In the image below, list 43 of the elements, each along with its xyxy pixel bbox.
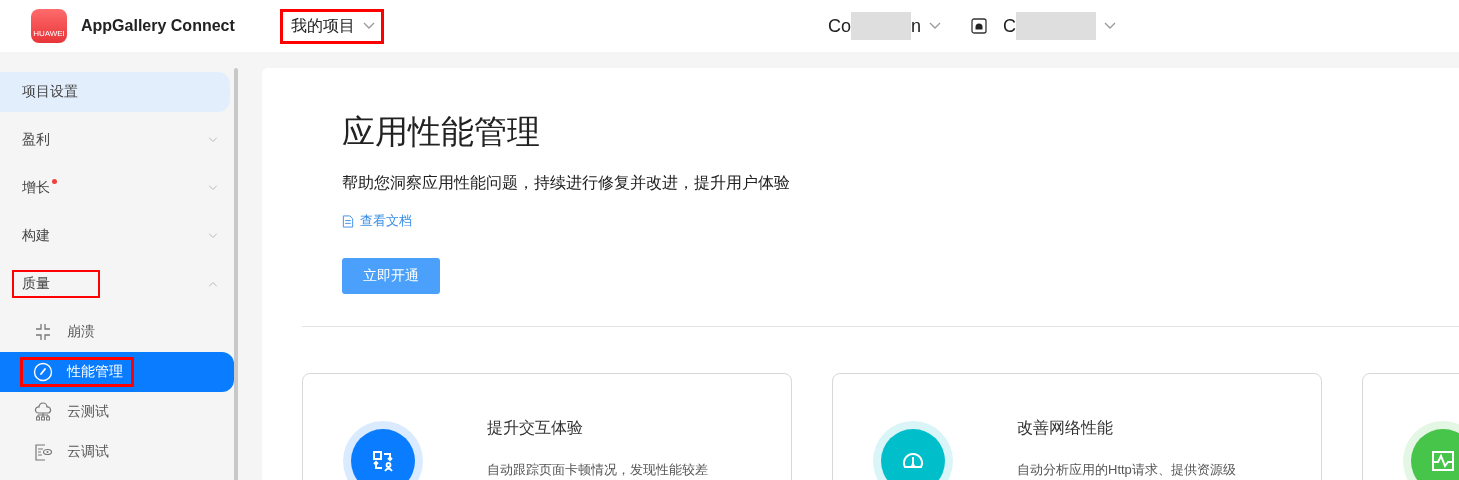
redaction-block — [851, 12, 911, 40]
gauge-icon — [33, 362, 53, 382]
nav-label: 云调试 — [67, 443, 109, 461]
sidebar-item[interactable]: 项目设置 — [0, 72, 230, 112]
nav-label: 崩溃 — [67, 323, 95, 341]
card-title: 提升交互体验 — [487, 418, 584, 438]
document-eye-icon — [33, 442, 53, 462]
page-subtitle: 帮助您洞察应用性能问题，持续进行修复并改进，提升用户体验 — [342, 173, 790, 193]
chevron-down-icon — [929, 22, 942, 30]
account-dropdown[interactable]: Co n — [828, 12, 942, 40]
sidebar-item[interactable]: 盈利 — [0, 120, 230, 160]
app-name: AppGallery Connect — [81, 17, 235, 35]
page-title: 应用性能管理 — [342, 112, 541, 152]
sidebar-item[interactable]: 质量 — [0, 264, 230, 304]
app-dropdown[interactable]: C — [971, 12, 1117, 40]
sidebar-subitem[interactable]: 性能管理 — [0, 352, 234, 392]
chevron-down-icon — [363, 22, 375, 30]
pulse-icon — [1431, 449, 1455, 473]
nav-label: 质量 — [12, 270, 100, 298]
nav-label: 项目设置 — [21, 82, 79, 101]
nav-label: 云测试 — [67, 403, 109, 421]
crash-icon — [33, 322, 53, 342]
nav-label: 性能管理 — [67, 363, 123, 381]
card-description: 自动分析应用的Http请求、提供资源级 — [1017, 461, 1236, 479]
nav-label: 增长 — [12, 174, 100, 202]
card-description: 自动跟踪页面卡顿情况，发现性能较差 — [487, 461, 708, 479]
cloud-network-icon — [33, 402, 53, 422]
swap-icon — [371, 449, 395, 473]
card-title: 改善网络性能 — [1017, 418, 1114, 438]
sidebar-item[interactable]: 构建 — [0, 216, 230, 256]
nav-label: 构建 — [21, 226, 51, 245]
chevron-down-icon — [1104, 22, 1117, 30]
sidebar-item[interactable]: 增长 — [0, 168, 230, 208]
nav-label: 盈利 — [21, 130, 51, 149]
android-icon — [971, 18, 988, 34]
scrollbar[interactable] — [234, 68, 238, 480]
document-icon — [342, 214, 354, 228]
view-docs-link[interactable]: 查看文档 — [342, 212, 790, 230]
sidebar-subitem[interactable]: 云测试 — [0, 392, 234, 432]
app-logo: HUAWEI — [31, 9, 67, 43]
sidebar-subitem[interactable]: 云调试 — [0, 432, 234, 472]
project-dropdown[interactable]: 我的项目 — [280, 8, 384, 44]
sidebar-subitem[interactable]: 崩溃 — [0, 312, 234, 352]
